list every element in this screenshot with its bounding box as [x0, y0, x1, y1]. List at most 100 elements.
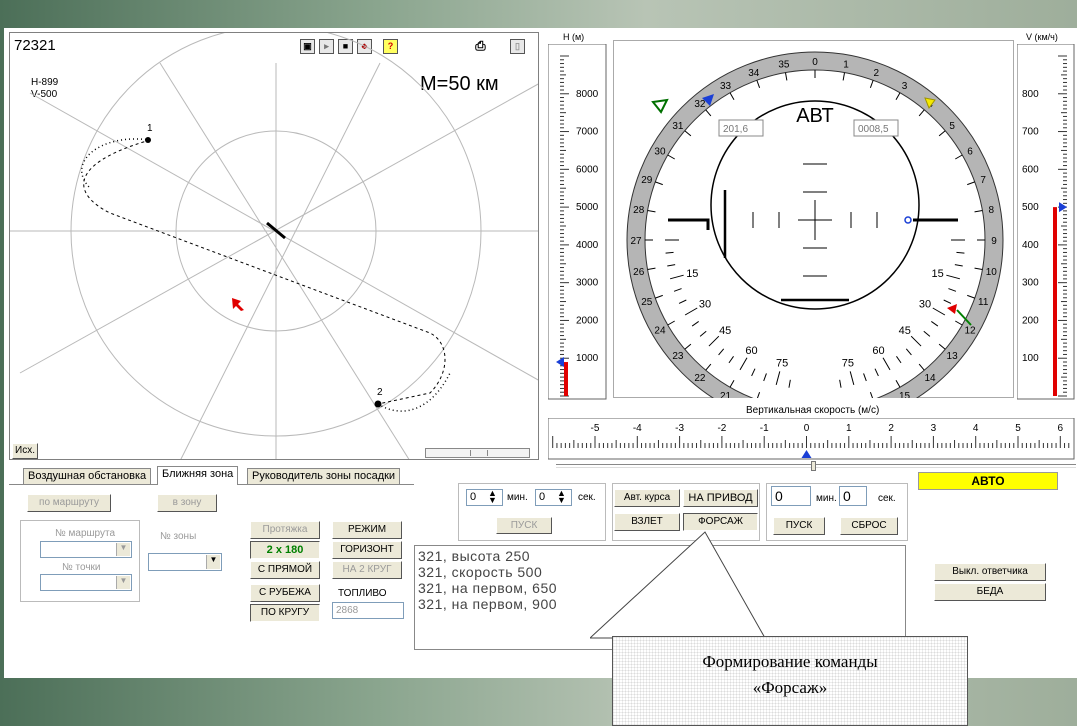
tape-tick-label: 6000 [576, 164, 599, 175]
timer1-sec-spin-icon[interactable]: ▲ ▼ [557, 489, 566, 505]
route-loop-1 [81, 138, 151, 189]
compass-label: 15 [899, 391, 911, 398]
forsazh-button[interactable]: ФОРСАЖ [683, 513, 758, 531]
timer1-min-spin-icon[interactable]: ▲ ▼ [488, 489, 497, 505]
two-x-180-button[interactable]: 2 х 180 [250, 541, 320, 559]
altitude-level-bar [564, 362, 568, 396]
attitude-indicator: 0123456789101112131415161718192021222324… [626, 51, 1004, 398]
vspeed-tick-label: -5 [591, 423, 600, 434]
speed-axis-label: V (км/ч) [1026, 32, 1058, 42]
timer2-reset-button[interactable]: СБРОС [840, 517, 898, 535]
vspeed-slider-track[interactable] [556, 464, 1076, 468]
point-number-combo[interactable]: ▼ [40, 574, 132, 591]
tab-near-zone[interactable]: Ближняя зона [157, 466, 239, 485]
compass-label: 24 [654, 326, 666, 337]
compass-label: 34 [748, 68, 760, 79]
speed-tape: 800 700 600 500 400 300 200 100 [1017, 44, 1075, 400]
map-scrollbar[interactable] [425, 448, 530, 458]
vspeed-tick-label: 2 [888, 423, 894, 434]
compass-label: 9 [991, 236, 997, 247]
vspeed-scale: -5 -4 -3 -2 -1 0 1 2 3 4 5 6 [548, 418, 1075, 460]
right-value: 0008,5 [858, 124, 889, 135]
compass-label: 26 [633, 267, 645, 278]
grid-line-diag2 [19, 83, 538, 374]
tape-tick-label: 800 [1022, 89, 1039, 100]
compass-label: 12 [964, 326, 976, 337]
s-pryamoy-button[interactable]: С ПРЯМОЙ [250, 561, 320, 579]
s-rubezha-button[interactable]: С РУБЕЖА [250, 584, 320, 602]
route-button[interactable]: по маршруту [27, 494, 111, 512]
altitude-tape: 8000 7000 6000 5000 4000 3000 2000 1000 [548, 44, 607, 400]
compass-label: 33 [720, 81, 732, 92]
na-2-krug-button[interactable]: НА 2 КРУГ [332, 561, 402, 579]
tape-tick-label: 200 [1022, 315, 1039, 326]
zone-number-label: № зоны [160, 531, 197, 542]
zone-number-combo[interactable]: ▼ [148, 553, 222, 571]
zone-button[interactable]: в зону [157, 494, 217, 512]
transponder-off-button[interactable]: Выкл. ответчика [934, 563, 1046, 581]
route-number-label: № маршрута [55, 528, 116, 539]
tape-tick-label: 4000 [576, 240, 599, 251]
compass-label: 1 [843, 60, 849, 71]
origin-button[interactable]: Исх. [12, 443, 38, 459]
timer1-sec-label: сек. [578, 492, 596, 503]
rezhim-button[interactable]: РЕЖИМ [332, 521, 402, 539]
timer1-start-button[interactable]: ПУСК [496, 517, 552, 534]
timer2-sec-field[interactable]: 0 [839, 486, 867, 506]
na-privod-button[interactable]: НА ПРИВОД [683, 489, 758, 507]
protyazhka-button[interactable]: Протяжка [250, 521, 320, 539]
bank-label: 15 [686, 268, 698, 280]
compass-label: 2 [873, 68, 879, 79]
beda-button[interactable]: БЕДА [934, 583, 1046, 601]
fuel-field[interactable]: 2868 [332, 602, 404, 619]
heading-value: 201,6 [723, 124, 748, 135]
compass-label: 21 [720, 391, 732, 398]
tab-landing-director[interactable]: Руководитель зоны посадки [247, 468, 401, 485]
tape-tick-label: 1000 [576, 353, 599, 364]
vspeed-slider-thumb[interactable] [811, 461, 816, 471]
compass-label: 35 [778, 60, 790, 71]
timer2-min-label: мин. [816, 493, 837, 504]
vspeed-tick-label: 1 [846, 423, 852, 434]
vspeed-label: Вертикальная скорость (м/с) [746, 405, 880, 416]
waypoint-2-label: 2 [377, 387, 383, 398]
vspeed-tick-label: 6 [1058, 423, 1064, 434]
gorizont-button[interactable]: ГОРИЗОНТ [332, 541, 402, 559]
tape-tick-label: 2000 [576, 315, 599, 326]
compass-label: 30 [654, 147, 666, 158]
bank-label: 45 [719, 325, 731, 337]
timer1-min-field[interactable]: 0 [466, 489, 503, 506]
waypoint-2 [374, 400, 382, 408]
compass-label: 32 [694, 99, 706, 110]
compass-label: 11 [978, 297, 989, 308]
timer2-min-field[interactable]: 0 [771, 486, 811, 506]
vspeed-tick-label: -2 [717, 423, 726, 434]
bank-label: 75 [776, 358, 788, 370]
compass-label: 28 [633, 205, 645, 216]
compass-label: 14 [924, 373, 936, 384]
vspeed-tick-label: -1 [760, 423, 769, 434]
compass-label: 22 [694, 373, 706, 384]
timer1-sec-field[interactable]: 0 [535, 489, 572, 506]
speed-level-bar [1053, 207, 1057, 396]
compass-label: 6 [967, 147, 973, 158]
vspeed-tick-label: -4 [633, 423, 642, 434]
compass-label: 23 [672, 351, 684, 362]
po-krugu-button[interactable]: ПО КРУГУ [250, 604, 320, 622]
vzlet-button[interactable]: ВЗЛЕТ [614, 513, 680, 531]
compass-label: 3 [902, 81, 908, 92]
radar-map[interactable]: 1 2 [10, 33, 539, 460]
route-number-combo[interactable]: ▼ [40, 541, 132, 558]
bank-label: 75 [842, 358, 854, 370]
tape-tick-label: 3000 [576, 278, 599, 289]
tab-air-situation[interactable]: Воздушная обстановка [23, 468, 152, 485]
compass-label: 0 [812, 57, 818, 68]
tape-tick-label: 700 [1022, 127, 1039, 138]
avt-kursa-button[interactable]: Авт. курса [614, 489, 680, 507]
bank-tick [665, 251, 674, 254]
compass-label: 8 [988, 205, 994, 216]
bank-label: 60 [872, 345, 884, 357]
tape-tick-label: 500 [1022, 202, 1039, 213]
compass-label: 10 [986, 267, 998, 278]
vspeed-tick-label: 0 [804, 423, 810, 434]
